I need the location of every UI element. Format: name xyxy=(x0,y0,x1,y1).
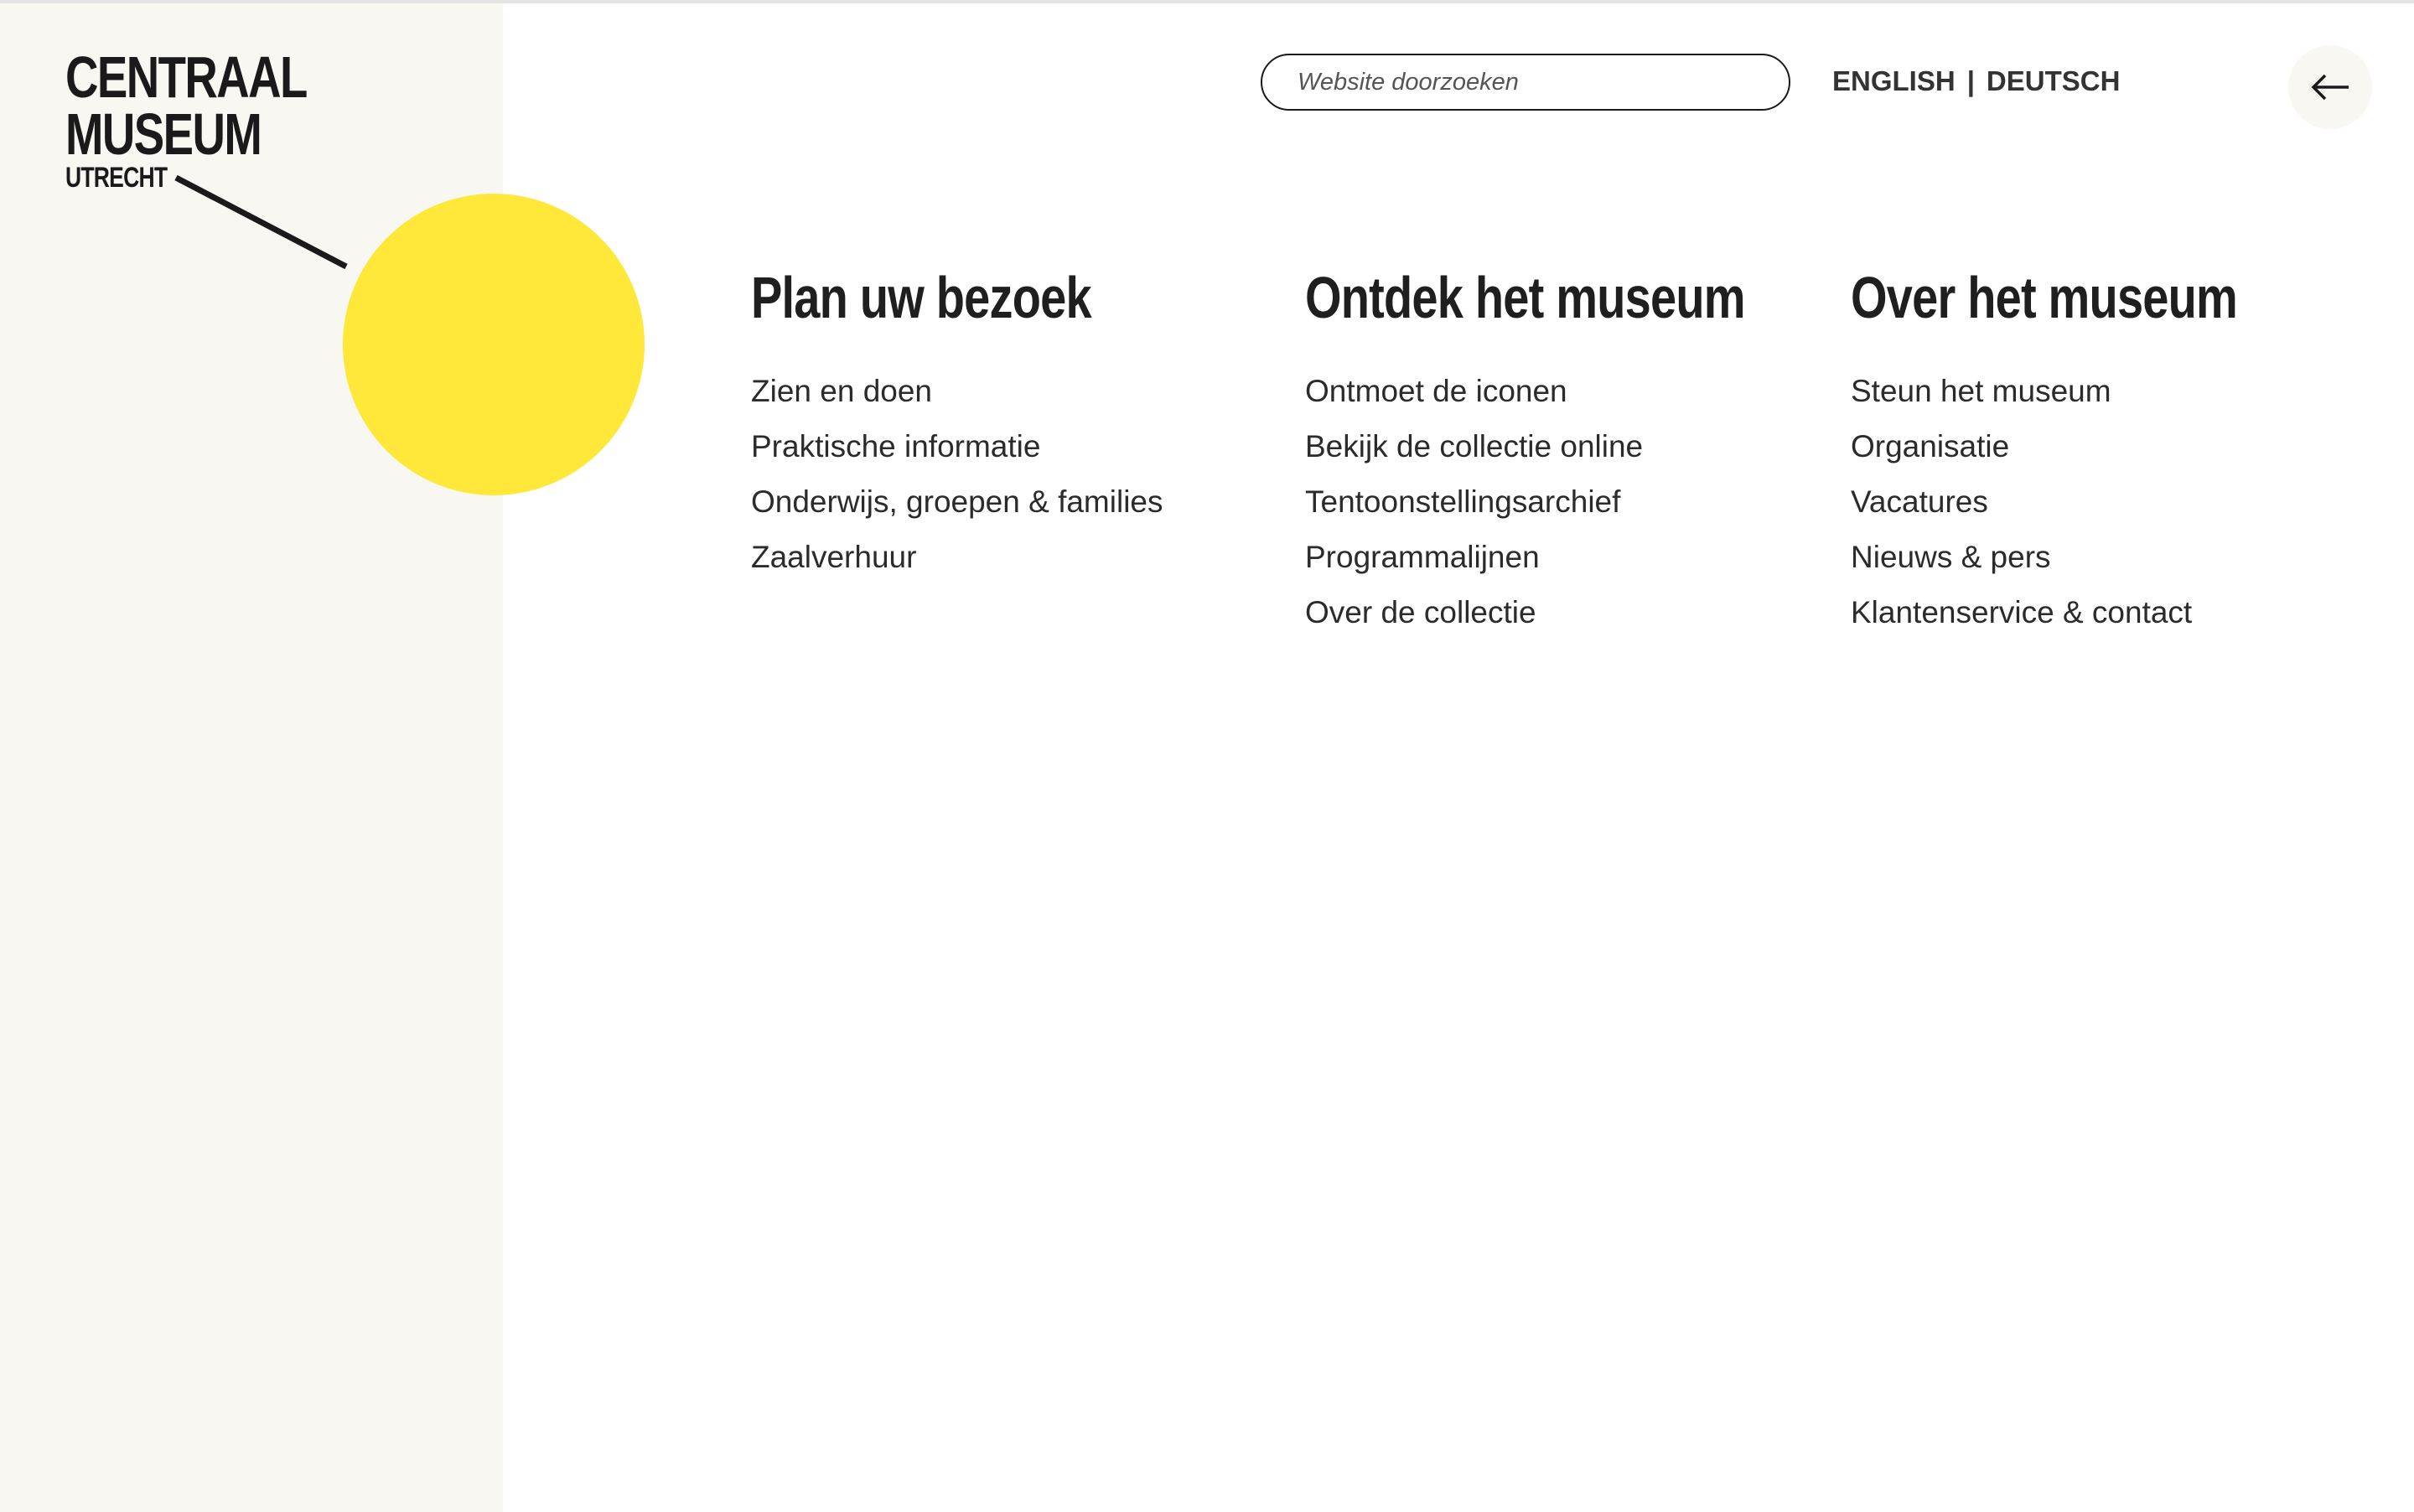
nav-link-over-de-collectie[interactable]: Over de collectie xyxy=(1305,585,1855,640)
nav-link-klantenservice-contact[interactable]: Klantenservice & contact xyxy=(1851,585,2334,640)
nav-link-collectie-online[interactable]: Bekijk de collectie online xyxy=(1305,419,1855,474)
nav-heading-about-museum: Over het museum xyxy=(1851,265,2238,330)
language-separator: | xyxy=(1966,65,1975,96)
logo-text-centraal: CENTRAAL xyxy=(65,44,308,110)
language-english-link[interactable]: ENGLISH xyxy=(1832,65,1956,97)
nav-link-vacatures[interactable]: Vacatures xyxy=(1851,474,2334,530)
site-logo[interactable]: CENTRAAL MUSEUM UTRECHT xyxy=(65,44,375,194)
nav-link-praktische-informatie[interactable]: Praktische informatie xyxy=(751,419,1176,474)
logo-text-utrecht: UTRECHT xyxy=(65,162,168,194)
nav-link-zien-en-doen[interactable]: Zien en doen xyxy=(751,364,1176,419)
language-switcher: ENGLISH | DEUTSCH xyxy=(1832,65,2120,97)
nav-link-nieuws-pers[interactable]: Nieuws & pers xyxy=(1851,530,2334,585)
nav-link-ontmoet-de-iconen[interactable]: Ontmoet de iconen xyxy=(1305,364,1855,419)
nav-list-plan-visit: Zien en doen Praktische informatie Onder… xyxy=(751,364,1176,585)
nav-heading-discover-museum: Ontdek het museum xyxy=(1305,265,1746,330)
nav-list-about-museum: Steun het museum Organisatie Vacatures N… xyxy=(1851,364,2334,640)
nav-column-about-museum: Over het museum Steun het museum Organis… xyxy=(1851,267,2334,640)
nav-heading-plan-visit: Plan uw bezoek xyxy=(751,265,1092,330)
nav-link-zaalverhuur[interactable]: Zaalverhuur xyxy=(751,530,1176,585)
arrow-left-icon xyxy=(2311,74,2349,101)
nav-link-steun-het-museum[interactable]: Steun het museum xyxy=(1851,364,2334,419)
nav-column-plan-visit: Plan uw bezoek Zien en doen Praktische i… xyxy=(751,267,1176,585)
language-deutsch-link[interactable]: DEUTSCH xyxy=(1987,65,2121,97)
logo-text-museum: MUSEUM xyxy=(65,101,262,167)
nav-link-organisatie[interactable]: Organisatie xyxy=(1851,419,2334,474)
nav-link-onderwijs-groepen-families[interactable]: Onderwijs, groepen & families xyxy=(751,474,1176,530)
nav-link-programmalijnen[interactable]: Programmalijnen xyxy=(1305,530,1855,585)
search-box xyxy=(1261,54,1790,111)
nav-list-discover-museum: Ontmoet de iconen Bekijk de collectie on… xyxy=(1305,364,1855,640)
search-input[interactable] xyxy=(1296,67,1755,97)
nav-column-discover-museum: Ontdek het museum Ontmoet de iconen Beki… xyxy=(1305,267,1855,640)
back-button[interactable] xyxy=(2288,45,2372,129)
nav-link-tentoonstellingsarchief[interactable]: Tentoonstellingsarchief xyxy=(1305,474,1855,530)
logo-yellow-circle xyxy=(343,194,645,495)
